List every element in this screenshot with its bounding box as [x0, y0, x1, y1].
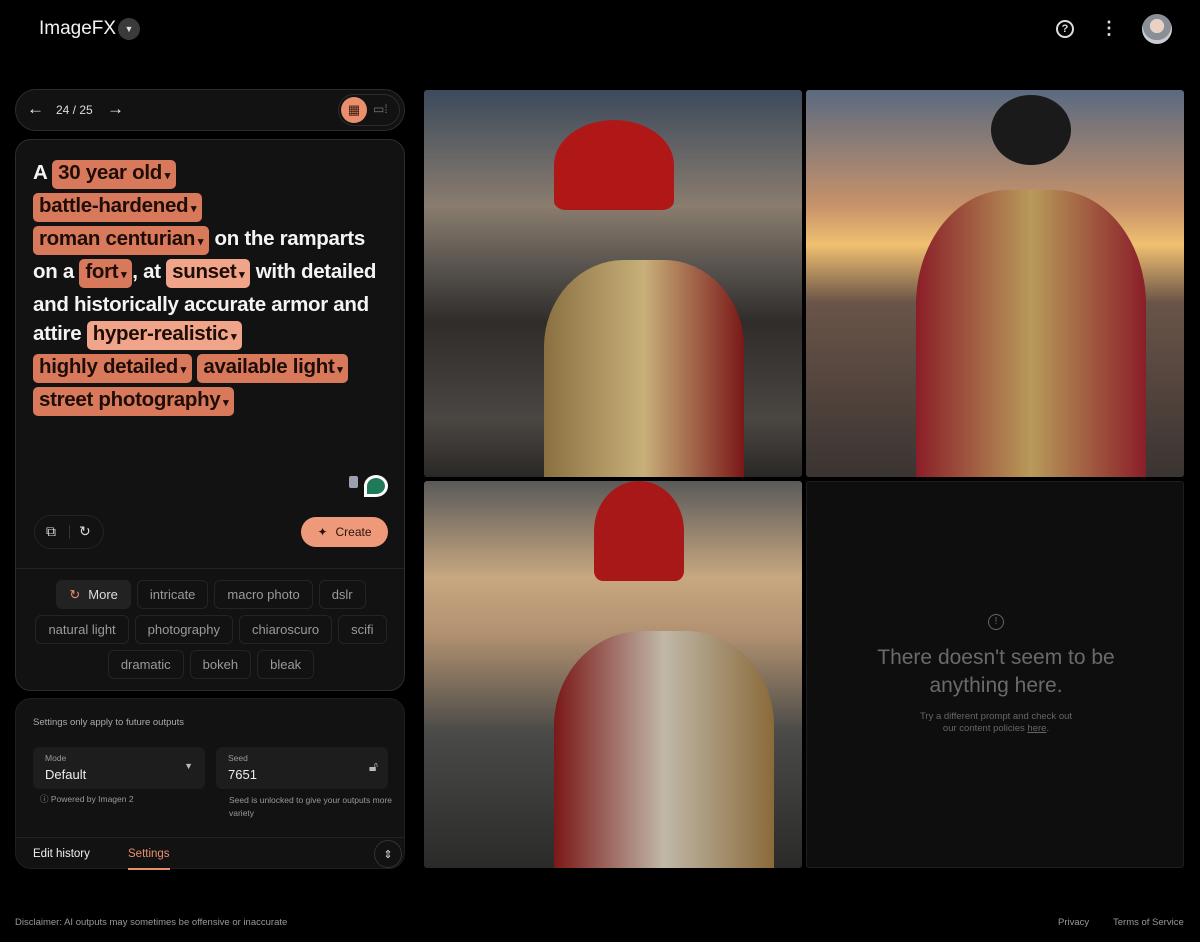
suggestion-list: ↻ More intricate macro photo dslr natural… — [34, 580, 388, 679]
mode-label: Mode — [45, 753, 67, 763]
prompt-chip[interactable]: roman centurian — [33, 226, 210, 255]
divider — [69, 525, 70, 539]
prompt-tools: ⧉ ↻ — [34, 515, 104, 549]
navigation-bar: ← 24 / 25 → ▦ ▭⁞ — [15, 89, 405, 131]
tab-settings[interactable]: Settings — [128, 848, 170, 860]
privacy-link[interactable]: Privacy — [1058, 917, 1089, 928]
prompt-editor[interactable]: A 30 year old battle-hardened roman cent… — [33, 158, 393, 418]
more-suggestions-button[interactable]: ↻ More — [56, 580, 131, 609]
generated-image-3[interactable] — [424, 481, 802, 868]
more-label: More — [88, 587, 118, 602]
prompt-chip[interactable]: fort — [79, 259, 133, 288]
active-tab-indicator — [128, 868, 170, 870]
suggestion-chip[interactable]: natural light — [35, 615, 129, 644]
copy-icon[interactable]: ⧉ — [46, 523, 56, 540]
prompt-chip[interactable]: 30 year old — [52, 160, 176, 189]
refresh-icon: ↻ — [69, 586, 81, 602]
suggestion-chip[interactable]: dramatic — [107, 650, 184, 679]
single-view-icon[interactable]: ▭⁞ — [373, 102, 388, 116]
powered-by-text: Powered by Imagen 2 — [50, 794, 134, 804]
suggestion-chip[interactable]: intricate — [136, 580, 209, 609]
prompt-chip[interactable]: battle-hardened — [33, 193, 203, 222]
create-label: Create — [335, 525, 372, 539]
divider — [16, 568, 404, 569]
suggestion-chip[interactable]: dslr — [318, 580, 366, 609]
seed-hint: Seed is unlocked to give your outputs mo… — [229, 795, 393, 818]
settings-panel: Settings only apply to future outputs Mo… — [15, 698, 405, 870]
grid-view-icon[interactable]: ▦ — [341, 97, 367, 123]
refresh-icon[interactable]: ↻ — [79, 523, 91, 540]
arrow-left-icon[interactable]: ← — [27, 99, 44, 119]
seed-field[interactable]: Seed 7651 🔓︎ — [216, 747, 388, 789]
generated-image-1[interactable] — [424, 90, 802, 477]
suggestion-chip[interactable]: scifi — [338, 615, 387, 644]
unlock-icon[interactable]: 🔓︎ — [369, 758, 378, 775]
empty-body: Try a different prompt and check out our… — [919, 711, 1073, 734]
disclaimer: Disclaimer: AI outputs may sometimes be … — [15, 917, 288, 928]
prompt-text: A — [33, 161, 53, 184]
powered-by: ⓘ Powered by Imagen 2 — [40, 793, 134, 806]
mode-value: Default — [45, 767, 87, 782]
suggestion-chip[interactable]: bleak — [257, 650, 315, 679]
chevron-down-icon[interactable]: ▼ — [118, 18, 140, 40]
pager: 24 / 25 — [56, 103, 93, 117]
prompt-chip[interactable]: highly detailed — [33, 354, 193, 383]
suggestion-chip[interactable]: photography — [134, 615, 233, 644]
chat-bubble-icon[interactable] — [364, 475, 388, 497]
seed-value: 7651 — [228, 767, 257, 782]
help-circle-icon: ⓘ — [40, 794, 51, 804]
suggestion-chip[interactable]: bokeh — [189, 650, 252, 679]
suggestion-chip[interactable]: chiaroscuro — [238, 615, 333, 644]
prompt-chip[interactable]: available light — [197, 354, 349, 383]
empty-body-text: Try a different prompt and check out our… — [919, 711, 1073, 734]
prompt-card: A 30 year old battle-hardened roman cent… — [15, 139, 405, 691]
prompt-chip[interactable]: street photography — [33, 387, 235, 416]
prompt-chip[interactable]: sunset — [166, 259, 251, 288]
expand-icon[interactable]: ⇕ — [374, 840, 402, 868]
prompt-text: , at — [132, 260, 167, 283]
empty-title: There doesn't seem to be anything here. — [877, 646, 1115, 697]
help-circle-icon[interactable]: ? — [1056, 20, 1074, 38]
terms-link[interactable]: Terms of Service — [1113, 917, 1184, 928]
empty-result: ! There doesn't seem to be anything here… — [806, 481, 1184, 868]
sparkle-icon: ✦ — [317, 525, 328, 539]
arrow-right-icon[interactable]: → — [107, 99, 124, 119]
app-title: ImageFX — [39, 18, 117, 39]
prompt-chip[interactable]: hyper-realistic — [86, 321, 243, 350]
dropdown-arrow-icon: ▼ — [184, 761, 193, 771]
more-vert-icon[interactable]: ⋮ — [1100, 18, 1118, 39]
divider — [16, 837, 404, 838]
tab-edit-history[interactable]: Edit history — [33, 848, 90, 860]
suggestion-chip[interactable]: macro photo — [214, 580, 313, 609]
mode-select[interactable]: Mode Default ▼ — [33, 747, 205, 789]
alert-circle-icon: ! — [988, 614, 1004, 630]
content-policy-link[interactable]: here — [1027, 723, 1046, 734]
create-button[interactable]: ✦ Create — [301, 517, 388, 547]
avatar[interactable] — [1142, 14, 1172, 44]
view-toggle: ▦ ▭⁞ — [338, 94, 400, 126]
generated-image-2[interactable] — [806, 90, 1184, 477]
settings-note: Settings only apply to future outputs — [33, 717, 185, 728]
extension-icon — [349, 476, 358, 488]
seed-label: Seed — [228, 753, 248, 763]
